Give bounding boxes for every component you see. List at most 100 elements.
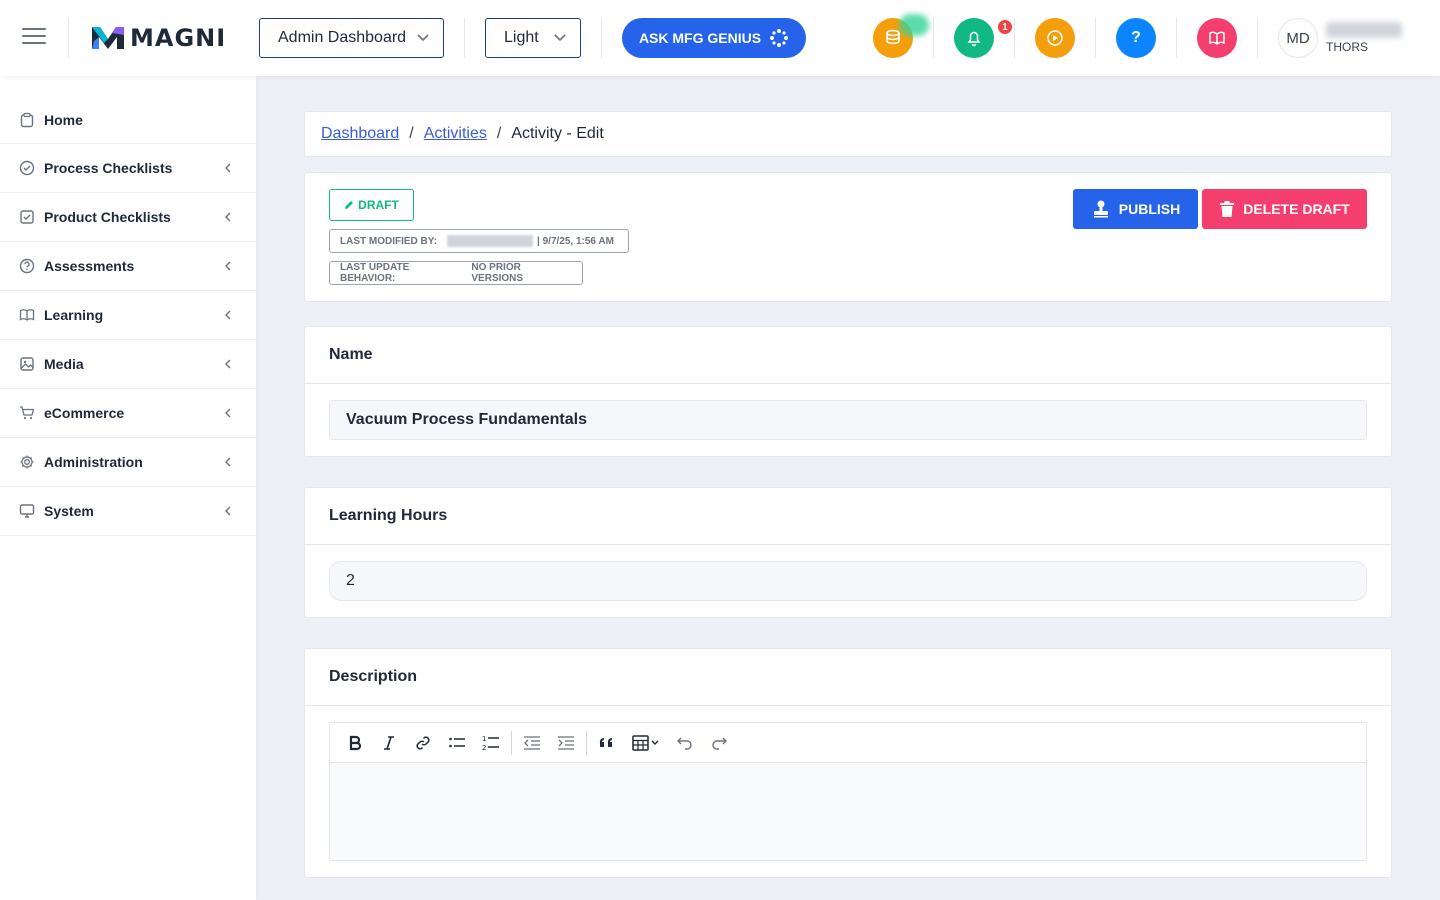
menu-toggle-icon[interactable] <box>22 28 46 48</box>
name-input[interactable] <box>329 400 1367 440</box>
chevron-left-icon <box>225 506 231 516</box>
sidebar-item-process-checklists[interactable]: Process Checklists <box>0 144 256 193</box>
sidebar-item-label: Home <box>44 111 83 128</box>
breadcrumb-dashboard-link[interactable]: Dashboard <box>321 125 399 143</box>
sidebar-item-media[interactable]: Media <box>0 340 256 389</box>
delete-draft-label: DELETE DRAFT <box>1243 201 1350 217</box>
theme-select[interactable]: Light <box>485 18 581 58</box>
sidebar-item-product-checklists[interactable]: Product Checklists <box>0 193 256 242</box>
sidebar-item-label: Product Checklists <box>44 209 171 225</box>
sidebar-item-ecommerce[interactable]: eCommerce <box>0 389 256 438</box>
user-org: THORS <box>1326 40 1368 54</box>
chevron-left-icon <box>225 408 231 418</box>
indent-button[interactable] <box>549 728 583 758</box>
learning-hours-input[interactable] <box>329 561 1367 601</box>
user-avatar[interactable]: MD <box>1278 18 1318 58</box>
help-circle-icon <box>18 257 36 275</box>
chevron-left-icon <box>225 163 231 173</box>
header-divider <box>1014 18 1015 58</box>
publish-label: PUBLISH <box>1118 201 1181 217</box>
header-divider <box>1176 18 1177 58</box>
bulleted-list-button[interactable] <box>440 728 474 758</box>
sidebar-item-system[interactable]: System <box>0 487 256 536</box>
editor-toolbar: 12 <box>330 723 1366 763</box>
sidebar-item-home[interactable]: Home <box>0 96 256 144</box>
delete-draft-button[interactable]: DELETE DRAFT <box>1202 189 1367 229</box>
gear-icon <box>18 453 36 471</box>
breadcrumb-activities-link[interactable]: Activities <box>424 125 487 143</box>
outdent-button[interactable] <box>515 728 549 758</box>
last-update-value: NO PRIOR VERSIONS <box>471 262 524 284</box>
sidebar-item-label: Assessments <box>44 258 135 274</box>
learning-hours-heading: Learning Hours <box>305 488 1391 545</box>
insert-table-button[interactable] <box>624 728 668 758</box>
magni-logo-icon <box>92 27 124 49</box>
ask-button-label: ASK MFG GENIUS <box>638 30 762 46</box>
draft-label: DRAFT <box>358 198 399 212</box>
redo-icon <box>712 737 727 750</box>
header-divider <box>1095 18 1096 58</box>
toolbar-separator <box>586 730 587 755</box>
chevron-left-icon <box>225 212 231 222</box>
top-header: MAGNI Admin Dashboard Light ASK MFG GENI… <box>0 0 1440 76</box>
clipboard-icon <box>18 111 36 129</box>
sidebar-item-label: Administration <box>44 454 143 470</box>
sidebar: Home Process Checklists Product Checklis… <box>0 76 256 900</box>
stamp-icon <box>1093 200 1108 218</box>
sidebar-item-assessments[interactable]: Assessments <box>0 242 256 291</box>
help-button[interactable]: ? <box>1116 18 1156 58</box>
name-card: Name <box>304 326 1392 457</box>
notifications-button[interactable] <box>954 18 994 58</box>
user-name-redacted <box>1326 22 1402 38</box>
trash-icon <box>1220 201 1235 217</box>
header-divider <box>464 18 465 58</box>
video-button[interactable] <box>1035 18 1075 58</box>
logo-text: MAGNI <box>130 24 227 52</box>
sidebar-item-administration[interactable]: Administration <box>0 438 256 487</box>
dashboard-select-value: Admin Dashboard <box>278 29 407 46</box>
magni-logo[interactable]: MAGNI <box>90 22 226 54</box>
undo-button[interactable] <box>668 728 702 758</box>
italic-button[interactable] <box>372 728 406 758</box>
description-editor-body[interactable] <box>330 763 1366 860</box>
learning-hours-card: Learning Hours <box>304 487 1392 618</box>
ask-mfg-genius-button[interactable]: ASK MFG GENIUS <box>622 18 806 58</box>
link-button[interactable] <box>406 728 440 758</box>
modifier-name-redacted <box>447 235 534 247</box>
guide-button[interactable] <box>1197 18 1237 58</box>
last-update-label: LAST UPDATE BEHAVIOR: <box>340 262 410 284</box>
last-update-pill: LAST UPDATE BEHAVIOR: NO PRIOR VERSIONS <box>329 261 583 285</box>
header-divider <box>933 18 934 58</box>
image-icon <box>18 355 36 373</box>
chevron-left-icon <box>225 261 231 271</box>
cart-icon <box>18 404 36 422</box>
link-icon <box>416 735 430 750</box>
name-heading: Name <box>305 327 1391 384</box>
bold-button[interactable] <box>338 728 372 758</box>
publish-button[interactable]: PUBLISH <box>1073 189 1198 229</box>
theme-select-value: Light <box>504 29 539 46</box>
chevron-down-icon <box>417 34 429 42</box>
redo-button[interactable] <box>702 728 736 758</box>
sidebar-item-label: Learning <box>44 307 104 323</box>
svg-text:1: 1 <box>482 735 486 743</box>
dashboard-select[interactable]: Admin Dashboard <box>259 18 444 58</box>
coins-count-badge <box>899 14 929 36</box>
table-icon <box>632 734 659 751</box>
svg-text:2: 2 <box>482 744 486 752</box>
italic-icon <box>384 735 394 750</box>
sidebar-item-label: Process Checklists <box>44 160 173 176</box>
indent-icon <box>558 735 574 750</box>
bullet-list-icon <box>449 737 465 747</box>
sparkle-icon <box>770 29 789 47</box>
numbered-list-icon: 12 <box>482 735 499 752</box>
last-modified-date: | 9/7/25, 1:56 AM <box>537 235 614 247</box>
description-card: Description 12 <box>304 648 1392 878</box>
sidebar-item-learning[interactable]: Learning <box>0 291 256 340</box>
chevron-left-icon <box>225 310 231 320</box>
book-icon <box>18 306 36 324</box>
blockquote-button[interactable] <box>590 728 624 758</box>
toolbar-separator <box>511 730 512 755</box>
header-divider <box>601 18 602 58</box>
numbered-list-button[interactable]: 12 <box>474 728 508 758</box>
